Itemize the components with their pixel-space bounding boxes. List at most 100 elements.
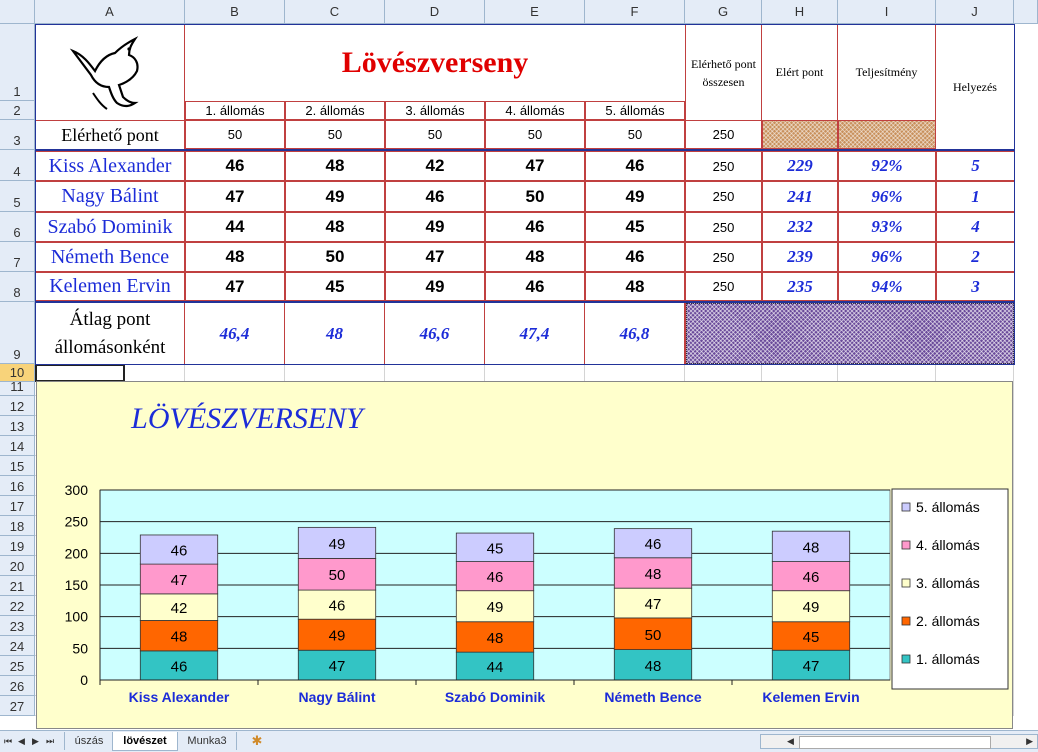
row-header-8[interactable]: 8	[0, 272, 35, 302]
data-label: 46	[329, 598, 346, 615]
grid-cell	[685, 364, 762, 382]
new-sheet-button[interactable]: ✱	[246, 732, 268, 750]
performance-cell: 94%	[838, 272, 936, 301]
grid-cell	[485, 364, 585, 382]
column-header-a[interactable]: A	[35, 0, 185, 24]
row-header-19[interactable]: 19	[0, 536, 35, 556]
tab-munka3[interactable]: Munka3	[178, 732, 237, 750]
row-header-12[interactable]: 12	[0, 396, 35, 416]
column-header-e[interactable]: E	[485, 0, 585, 24]
data-label: 50	[645, 627, 662, 644]
score-cell: 47	[185, 181, 285, 212]
active-cell-a10[interactable]	[35, 364, 125, 382]
row-header-13[interactable]: 13	[0, 416, 35, 436]
tab-nav-prev[interactable]: ◀	[18, 736, 25, 747]
row-header-20[interactable]: 20	[0, 556, 35, 576]
tab-nav-next[interactable]: ▶	[32, 736, 39, 747]
score-cell: 45	[285, 272, 385, 301]
select-all-corner[interactable]	[0, 0, 35, 24]
column-header-g[interactable]: G	[685, 0, 762, 24]
data-label: 45	[803, 629, 820, 646]
row-header-23[interactable]: 23	[0, 616, 35, 636]
row-header-6[interactable]: 6	[0, 212, 35, 242]
score-cell: 48	[185, 242, 285, 272]
score-cell: 49	[585, 181, 685, 212]
column-header-h[interactable]: H	[762, 0, 838, 24]
tab-nav-first[interactable]: ⏮	[4, 736, 12, 747]
row-header-9[interactable]: 9	[0, 302, 35, 364]
row-header-2[interactable]: 2	[0, 101, 35, 120]
column-header-i[interactable]: I	[838, 0, 936, 24]
data-label: 48	[803, 539, 820, 556]
row-header-25[interactable]: 25	[0, 656, 35, 676]
score-cell: 46	[585, 242, 685, 272]
max-points-cell: 250	[685, 120, 762, 149]
tab-uszas[interactable]: úszás	[64, 732, 113, 750]
row-header-17[interactable]: 17	[0, 496, 35, 516]
row-header-5[interactable]: 5	[0, 181, 35, 212]
data-label: 47	[803, 658, 820, 675]
header-performance: Teljesítmény	[838, 25, 936, 120]
max-points-cell: 50	[385, 120, 485, 149]
row-header-26[interactable]: 26	[0, 676, 35, 696]
score-cell: 49	[385, 272, 485, 301]
scroll-thumb[interactable]	[799, 736, 991, 749]
column-header-j[interactable]: J	[936, 0, 1014, 24]
tab-nav-last[interactable]: ⏭	[46, 736, 54, 747]
score-cell: 46	[185, 151, 285, 181]
column-header-f[interactable]: F	[585, 0, 685, 24]
row-header-14[interactable]: 14	[0, 436, 35, 456]
scroll-left-arrow[interactable]: ◀	[787, 736, 794, 747]
station-header-1: 1. állomás	[185, 101, 285, 120]
tab-loveszet[interactable]: lövészet	[112, 732, 178, 751]
rank-cell: 1	[936, 181, 1014, 212]
row-header-18[interactable]: 18	[0, 516, 35, 536]
max-points-cell: 50	[485, 120, 585, 149]
y-tick-label: 250	[65, 514, 89, 530]
row-header-3[interactable]: 3	[0, 120, 35, 150]
grid-cell	[385, 364, 485, 382]
rank-cell: 4	[936, 212, 1014, 242]
x-tick-label: Szabó Dominik	[445, 689, 546, 705]
max-points-cell: 50	[585, 120, 685, 149]
row-header-27[interactable]: 27	[0, 696, 35, 716]
column-header-c[interactable]: C	[285, 0, 385, 24]
header-rank: Helyezés	[936, 25, 1014, 149]
column-header-d[interactable]: D	[385, 0, 485, 24]
row-header-4[interactable]: 4	[0, 150, 35, 181]
y-tick-label: 100	[65, 609, 89, 625]
legend-swatch	[901, 502, 911, 512]
chart-area[interactable]: LÖVÉSZVERSENY 0 50 100 150 200 250 300 46 48 42 47 4…	[36, 381, 1013, 729]
average-label: Átlag pont állomásonként	[36, 303, 185, 364]
score-cell: 47	[385, 242, 485, 272]
player-name: Németh Bence	[36, 242, 185, 272]
column-header-filler	[1014, 0, 1038, 24]
score-cell: 50	[485, 181, 585, 212]
data-label: 48	[645, 658, 662, 675]
horizontal-scrollbar[interactable]: ◀ ▶	[760, 734, 1038, 749]
score-cell: 48	[285, 212, 385, 242]
performance-cell: 93%	[838, 212, 936, 242]
data-label: 47	[171, 572, 188, 589]
y-tick-label: 150	[65, 577, 89, 593]
average-cell: 46,4	[185, 303, 285, 364]
row-header-22[interactable]: 22	[0, 596, 35, 616]
score-cell: 48	[285, 151, 385, 181]
row-header-15[interactable]: 15	[0, 456, 35, 476]
row-header-21[interactable]: 21	[0, 576, 35, 596]
total-cell: 250	[685, 272, 762, 301]
column-header-b[interactable]: B	[185, 0, 285, 24]
total-cell: 250	[685, 151, 762, 181]
row-header-16[interactable]: 16	[0, 476, 35, 496]
scroll-right-arrow[interactable]: ▶	[1026, 736, 1033, 747]
score-cell: 49	[285, 181, 385, 212]
score-cell: 46	[585, 151, 685, 181]
grid-cell	[762, 364, 838, 382]
x-tick-label: Németh Bence	[604, 689, 701, 705]
row-header-24[interactable]: 24	[0, 636, 35, 656]
row-header-7[interactable]: 7	[0, 242, 35, 272]
row-header-1[interactable]: 1	[0, 24, 35, 101]
average-cell: 47,4	[485, 303, 585, 364]
x-tick-label: Nagy Bálint	[298, 689, 375, 705]
row-header-11[interactable]: 11	[0, 379, 35, 396]
